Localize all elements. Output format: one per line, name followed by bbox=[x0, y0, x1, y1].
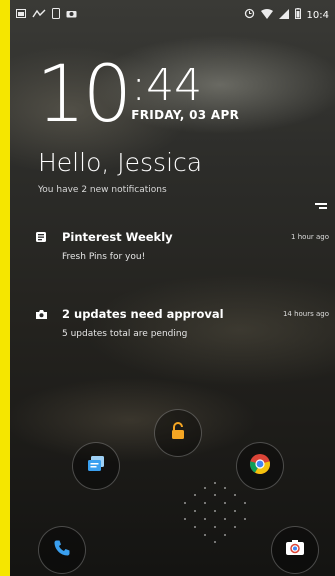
notification-time: 14 hours ago bbox=[282, 310, 329, 318]
camera-icon bbox=[285, 539, 305, 561]
clock-minutes: :44 bbox=[131, 60, 203, 111]
status-right-icons: 10:4 bbox=[244, 8, 329, 22]
phone-icon bbox=[52, 8, 60, 22]
notification-title: 2 updates need approval bbox=[62, 307, 224, 321]
notification-item[interactable]: Pinterest Weekly 1 hour ago Fresh Pins f… bbox=[34, 230, 329, 262]
unlock-icon bbox=[170, 422, 186, 444]
status-bar: 10:4 bbox=[10, 0, 335, 30]
clock-right: :44 FRIDAY, 03 APR bbox=[131, 56, 240, 123]
camera-icon bbox=[66, 9, 77, 21]
notification-item[interactable]: 2 updates need approval 14 hours ago 5 u… bbox=[34, 307, 329, 339]
greeting: Hello, Jessica bbox=[38, 148, 203, 177]
clock-date: FRIDAY, 03 APR bbox=[131, 108, 240, 122]
battery-icon bbox=[294, 8, 301, 22]
gallery-icon bbox=[16, 9, 26, 21]
phone-icon bbox=[53, 539, 71, 561]
lockscreen: 10:4 10 :44 FRIDAY, 03 APR Hello, Jessic… bbox=[10, 0, 335, 576]
alarm-icon bbox=[244, 8, 255, 22]
drag-handle-icon[interactable] bbox=[315, 203, 327, 211]
clock-hour: 10 bbox=[36, 50, 132, 140]
messages-icon bbox=[86, 454, 106, 478]
notification-summary: You have 2 new notifications bbox=[38, 185, 167, 195]
unlock-dots-pattern bbox=[184, 482, 246, 543]
pinterest-notification-icon bbox=[34, 230, 48, 244]
notification-body: Fresh Pins for you! bbox=[62, 252, 146, 262]
signal-icon bbox=[278, 8, 289, 22]
messages-shortcut[interactable] bbox=[72, 442, 120, 490]
status-time: 10:4 bbox=[306, 9, 329, 21]
notification-time: 1 hour ago bbox=[291, 233, 329, 241]
updates-notification-icon bbox=[34, 307, 48, 321]
notification-header: 2 updates need approval 14 hours ago bbox=[34, 307, 329, 321]
nav-icon bbox=[32, 9, 46, 21]
notification-header: Pinterest Weekly 1 hour ago bbox=[34, 230, 329, 244]
clock: 10 :44 FRIDAY, 03 APR bbox=[36, 56, 239, 134]
camera-shortcut[interactable] bbox=[271, 526, 319, 574]
phone-shortcut[interactable] bbox=[38, 526, 86, 574]
chrome-icon bbox=[249, 453, 271, 479]
wifi-icon bbox=[260, 8, 273, 22]
notification-title: Pinterest Weekly bbox=[62, 230, 173, 244]
unlock-button[interactable] bbox=[154, 409, 202, 457]
status-left-icons bbox=[16, 8, 77, 22]
notification-body: 5 updates total are pending bbox=[62, 329, 188, 339]
